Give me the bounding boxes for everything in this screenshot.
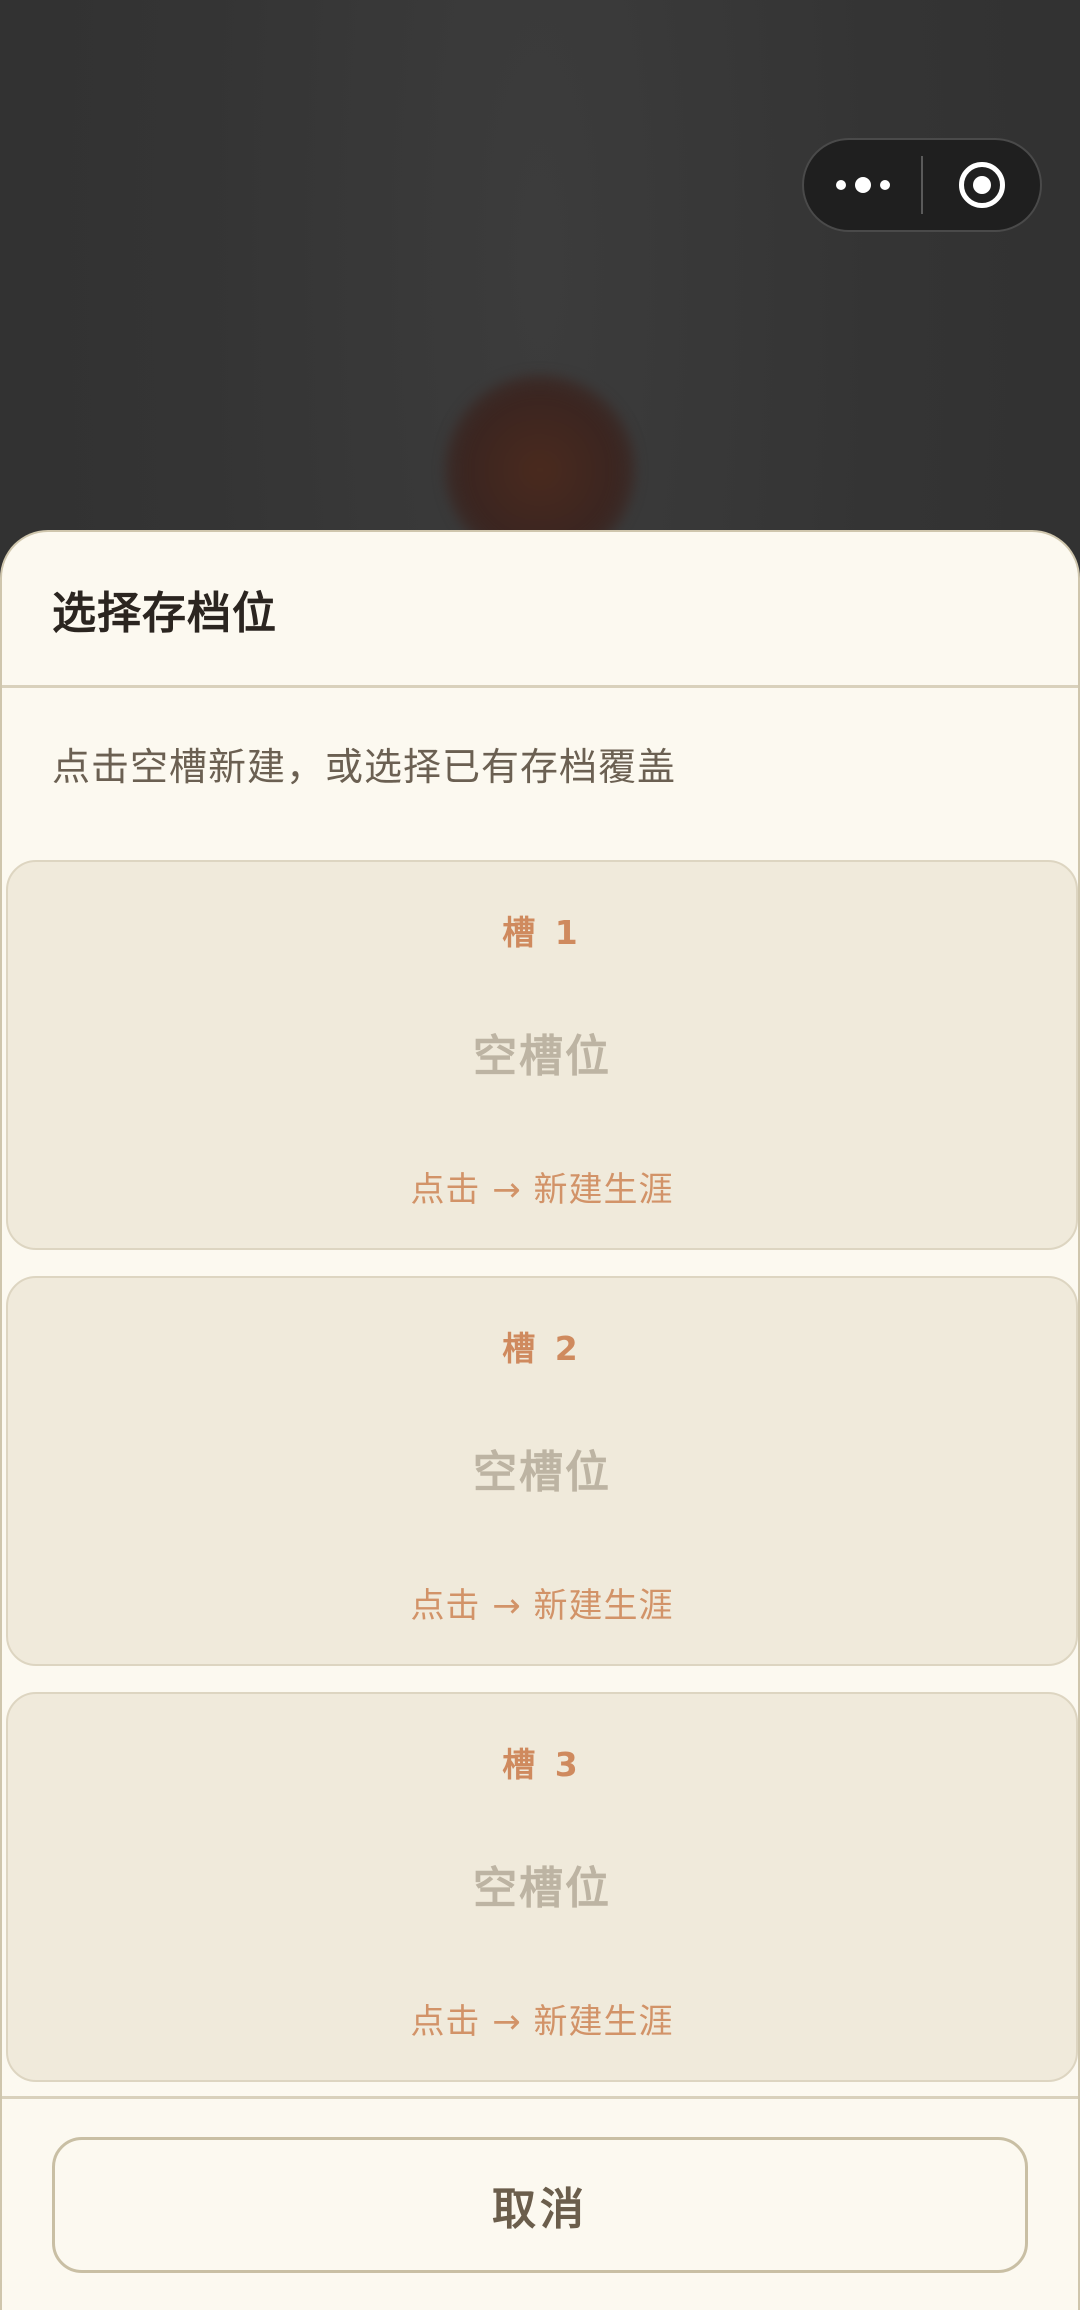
sheet-header: 选择存档位 [2,532,1078,688]
slot-status: 空槽位 [473,1031,611,1082]
target-close-icon [958,162,1005,208]
slot-status: 空槽位 [473,1863,611,1914]
slot-action: 点击 → 新建生涯 [410,1586,674,1626]
sheet-title: 选择存档位 [52,587,277,639]
sheet-hint: 点击空槽新建，或选择已有存档覆盖 [52,744,677,789]
miniprogram-capsule [802,138,1042,232]
more-button[interactable] [804,140,921,230]
slot-name: 槽 3 [502,1745,582,1784]
slot-action: 点击 → 新建生涯 [410,1170,674,1210]
cancel-button[interactable]: 取消 [52,2137,1028,2273]
slot-name: 槽 1 [502,913,582,952]
more-dots-icon [835,177,890,193]
save-slot-1[interactable]: 槽 1 空槽位 点击 → 新建生涯 [6,860,1078,1250]
save-slot-2[interactable]: 槽 2 空槽位 点击 → 新建生涯 [6,1276,1078,1666]
save-slot-sheet: 选择存档位 点击空槽新建，或选择已有存档覆盖 槽 1 空槽位 点击 → 新建生涯… [0,530,1080,2310]
sheet-footer: 取消 [2,2096,1078,2310]
save-slot-3[interactable]: 槽 3 空槽位 点击 → 新建生涯 [6,1692,1078,2082]
slot-status: 空槽位 [473,1447,611,1498]
close-miniprogram-button[interactable] [923,140,1040,230]
slot-name: 槽 2 [502,1329,582,1368]
slot-action: 点击 → 新建生涯 [410,2002,674,2042]
